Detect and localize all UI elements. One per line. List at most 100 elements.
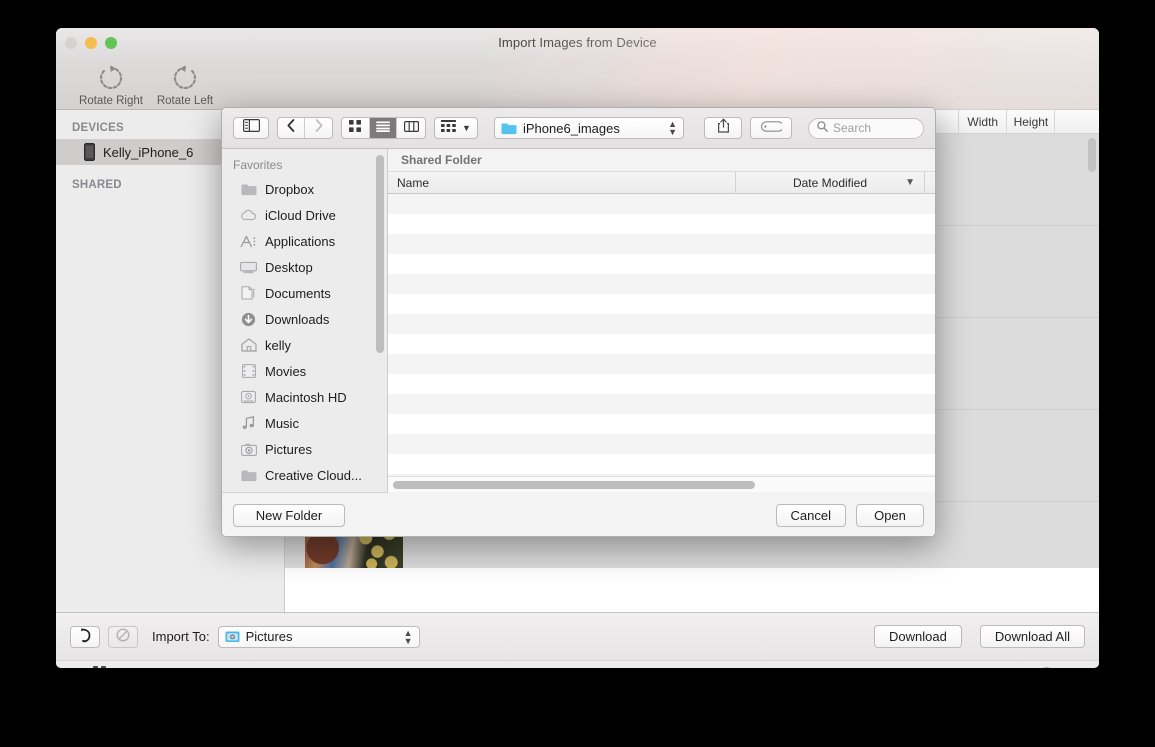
view-toggle-group[interactable]: [68, 665, 106, 669]
sidebar-item-label: Applications: [265, 233, 336, 249]
list-item[interactable]: [388, 394, 935, 414]
rotate-selected-button[interactable]: [70, 625, 100, 648]
dialog-toolbar: ▼ iPhone6_images ▲ ▼ Search: [222, 108, 935, 149]
search-placeholder: Search: [833, 121, 872, 135]
icon-view-icon: [349, 119, 362, 137]
list-item[interactable]: [388, 274, 935, 294]
list-item[interactable]: [388, 214, 935, 234]
sidebar-item-label: Downloads: [265, 311, 330, 327]
share-button[interactable]: [704, 117, 742, 139]
path-popup-button[interactable]: iPhone6_images ▲ ▼: [494, 117, 684, 139]
sidebar-item-documents[interactable]: Documents: [222, 280, 387, 306]
column-header-width[interactable]: Width: [959, 110, 1008, 134]
column-header-date-modified[interactable]: Date Modified ▼: [736, 171, 925, 194]
downloads-icon: [240, 312, 257, 327]
rotate-left-button[interactable]: Rotate Left: [148, 63, 222, 107]
arrange-by-button[interactable]: ▼: [434, 117, 478, 139]
sidebar-item-label: Desktop: [265, 259, 313, 275]
navigation-buttons[interactable]: [277, 117, 333, 139]
list-item[interactable]: [388, 294, 935, 314]
sidebar-item-icloud-drive[interactable]: iCloud Drive: [222, 202, 387, 228]
favorites-sidebar: Favorites Dropbox iCloud Drive Applicati…: [222, 149, 388, 492]
file-list-rows[interactable]: [388, 194, 935, 494]
sidebar-item-label: Dropbox: [265, 181, 315, 197]
column-view-button[interactable]: [397, 118, 425, 138]
grid-view-icon[interactable]: [93, 665, 106, 668]
rotate-right-button[interactable]: Rotate Right: [74, 63, 148, 107]
stepper-arrows-icon[interactable]: ▲ ▼: [404, 628, 413, 645]
cancel-button[interactable]: Cancel: [775, 503, 846, 527]
forward-button: [305, 118, 332, 138]
sidebar-item-desktop[interactable]: Desktop: [222, 254, 387, 280]
scrollbar-thumb[interactable]: [393, 481, 755, 489]
list-item[interactable]: [388, 194, 935, 214]
sidebar-item-applications[interactable]: Applications: [222, 228, 387, 254]
sidebar-item-downloads[interactable]: Downloads: [222, 306, 387, 332]
open-button[interactable]: Open: [856, 503, 924, 527]
icon-view-button[interactable]: [342, 118, 370, 138]
list-item[interactable]: [388, 434, 935, 454]
choose-folder-dialog: ▼ iPhone6_images ▲ ▼ Search Favorites Dr…: [221, 107, 936, 537]
search-input[interactable]: Search: [808, 117, 924, 139]
shared-folder-header: Shared Folder: [388, 149, 935, 172]
download-all-button[interactable]: Download All: [979, 625, 1085, 648]
sidebar-item-creative-cloud[interactable]: Creative Cloud...: [222, 462, 387, 488]
list-view-icon[interactable]: [68, 666, 83, 669]
view-mode-segments[interactable]: [341, 117, 426, 139]
list-item[interactable]: [388, 354, 935, 374]
list-item[interactable]: [388, 254, 935, 274]
file-list-column-headers: Name Date Modified ▼: [388, 171, 935, 194]
desktop-icon: [240, 261, 257, 274]
rotate-glyph-icon: [79, 627, 92, 646]
movies-icon: [240, 364, 257, 378]
scrollbar-thumb[interactable]: [1088, 138, 1096, 172]
column-header-date-label: Date Modified: [792, 175, 868, 190]
chevron-right-icon: [315, 119, 323, 137]
list-item[interactable]: [388, 314, 935, 334]
list-item[interactable]: [388, 234, 935, 254]
scrollbar-thumb[interactable]: [376, 155, 384, 353]
new-folder-button[interactable]: New Folder: [233, 503, 345, 527]
sidebar-item-macintosh-hd[interactable]: Macintosh HD: [222, 384, 387, 410]
sidebar-item-dropbox[interactable]: Dropbox: [222, 176, 387, 202]
sidebar-item-music[interactable]: Music: [222, 410, 387, 436]
column-header-height[interactable]: Height: [1007, 110, 1056, 134]
list-item[interactable]: [388, 414, 935, 434]
window-titlebar: Import Images from Device: [56, 28, 1099, 58]
chevron-down-icon: ▼: [462, 123, 471, 133]
column-header-name[interactable]: Name: [388, 171, 736, 194]
table-vertical-scrollbar[interactable]: [1088, 138, 1096, 558]
download-button[interactable]: Download: [874, 625, 962, 648]
home-icon: [240, 338, 257, 352]
sidebar-item-movies[interactable]: Movies: [222, 358, 387, 384]
favorites-header: Favorites: [233, 158, 283, 172]
favorites-scrollbar[interactable]: [376, 155, 384, 487]
back-button[interactable]: [278, 118, 306, 138]
import-destination-popup[interactable]: Pictures ▲ ▼: [217, 625, 420, 648]
sidebar-item-kelly[interactable]: kelly: [222, 332, 387, 358]
camera-icon: [240, 443, 257, 456]
column-header-date[interactable]: [1055, 110, 1099, 134]
sidebar-toggle-icon: [242, 119, 260, 137]
harddisk-icon: [240, 390, 257, 404]
sidebar-item-label: iCloud Drive: [265, 207, 336, 223]
list-item[interactable]: [388, 334, 935, 354]
sidebar-toggle-button[interactable]: [233, 117, 269, 139]
search-icon: [817, 121, 828, 135]
rotate-right-icon: [96, 63, 126, 93]
list-view-button[interactable]: [369, 118, 398, 138]
sidebar-item-label: kelly: [265, 337, 292, 353]
arrange-by-icon: [441, 119, 457, 137]
sidebar-item-pictures[interactable]: Pictures: [222, 436, 387, 462]
stepper-arrows-icon[interactable]: ▲ ▼: [668, 120, 677, 137]
delete-button[interactable]: [108, 625, 138, 648]
dialog-body: Favorites Dropbox iCloud Drive Applicati…: [222, 149, 935, 494]
file-list-horizontal-scrollbar[interactable]: [388, 476, 935, 492]
list-item[interactable]: [388, 374, 935, 394]
sidebar-item-label: Pictures: [265, 441, 312, 457]
list-item[interactable]: [388, 454, 935, 474]
sidebar-item-label: Movies: [265, 363, 307, 379]
table-empty-area: [285, 568, 1099, 612]
cloud-icon: [240, 209, 257, 221]
tag-button[interactable]: [750, 117, 792, 139]
